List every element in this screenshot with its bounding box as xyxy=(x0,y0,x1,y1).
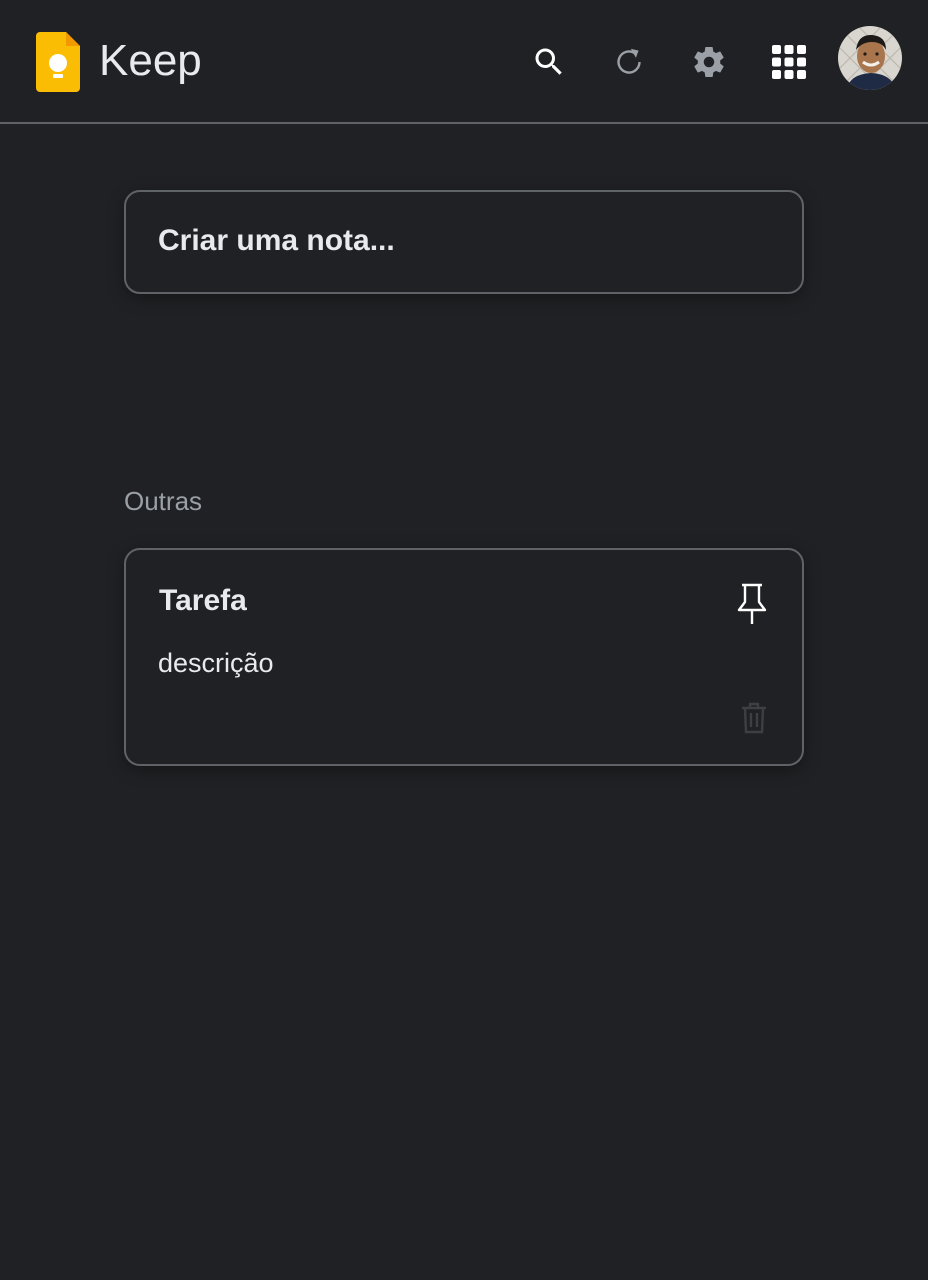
apps-button[interactable] xyxy=(765,38,813,86)
note-title: Tarefa xyxy=(159,584,247,617)
trash-icon xyxy=(742,702,766,734)
keep-logo-icon[interactable] xyxy=(36,32,80,92)
account-avatar[interactable] xyxy=(838,26,902,90)
note-body: descrição xyxy=(158,648,274,678)
app-title: Keep xyxy=(99,36,202,85)
refresh-button[interactable] xyxy=(605,38,653,86)
note-card[interactable]: Tarefa descrição xyxy=(124,548,804,766)
delete-note-button[interactable] xyxy=(732,696,776,740)
settings-button[interactable] xyxy=(685,38,733,86)
settings-icon xyxy=(694,46,724,77)
section-label-others: Outras xyxy=(124,486,203,516)
apps-grid-icon xyxy=(772,45,806,79)
search-button[interactable] xyxy=(525,38,573,86)
search-icon xyxy=(535,48,562,75)
user-photo-icon xyxy=(838,26,902,90)
pin-note-button[interactable] xyxy=(726,578,778,630)
top-app-bar: Keep xyxy=(0,0,928,124)
refresh-icon xyxy=(617,48,641,74)
create-note-input[interactable]: Criar uma nota... xyxy=(124,190,804,294)
create-note-placeholder: Criar uma nota... xyxy=(158,224,395,257)
pin-icon xyxy=(737,583,767,624)
